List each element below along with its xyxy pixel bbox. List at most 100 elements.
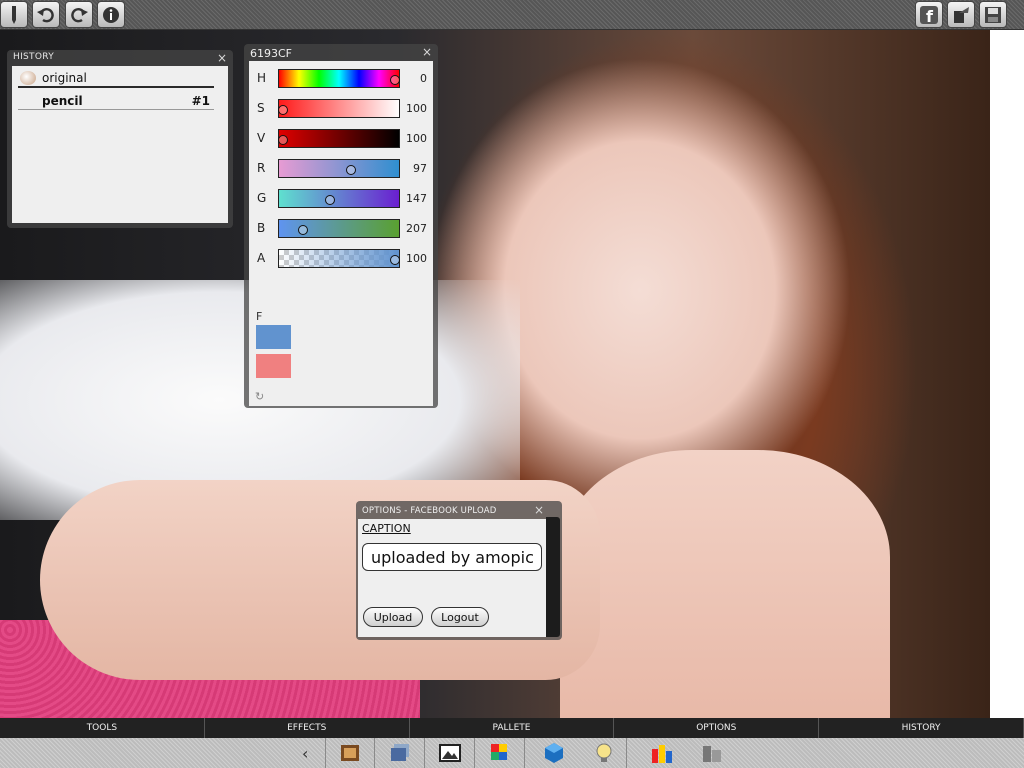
green-slider[interactable] [278, 189, 400, 208]
history-item-label: pencil [42, 93, 83, 108]
pencil-icon [12, 5, 16, 24]
color-close-button[interactable]: × [422, 45, 432, 59]
history-item-label: original [42, 71, 87, 85]
channel-value: 100 [406, 102, 427, 115]
save-icon [985, 6, 1001, 23]
bottom-dock: ‹ [0, 738, 1024, 768]
redo-button[interactable] [65, 1, 93, 28]
foreground-color-swatch[interactable] [256, 325, 291, 349]
color-bars-icon [652, 745, 672, 763]
options-panel-edge [546, 517, 560, 637]
gray-blocks-icon [703, 746, 721, 762]
gray-blocks-button[interactable] [698, 740, 726, 766]
history-item-number: #1 [191, 93, 210, 108]
slider-knob[interactable] [390, 255, 400, 265]
dock-separator [424, 738, 425, 768]
history-item-original[interactable]: original [18, 70, 214, 88]
photo-frame-button[interactable] [336, 740, 364, 766]
cube-button[interactable] [540, 740, 568, 766]
slider-knob[interactable] [278, 105, 288, 115]
pencil-tool-button[interactable] [0, 1, 28, 28]
background-color-swatch[interactable] [256, 354, 291, 378]
saturation-slider[interactable] [278, 99, 400, 118]
lightbulb-icon [596, 743, 612, 762]
canvas-margin [990, 30, 1024, 718]
channel-label: R [257, 161, 266, 175]
cube-icon [545, 743, 563, 763]
photo-shoulder [560, 450, 890, 718]
tab-tools[interactable]: TOOLS [0, 718, 205, 738]
redo-icon [71, 7, 88, 22]
tab-history[interactable]: HISTORY [819, 718, 1024, 738]
hue-slider[interactable] [278, 69, 400, 88]
dock-separator [374, 738, 375, 768]
caption-input[interactable] [362, 543, 542, 571]
slider-row-a: A 100 [249, 247, 433, 269]
history-panel-title: HISTORY [13, 52, 54, 62]
bottom-tab-bar: TOOLS EFFECTS PALLETE OPTIONS HISTORY [0, 718, 1024, 738]
color-picker-body: H 0 S 100 V 100 R 97 G 147 B 207 A 100 F… [249, 61, 433, 406]
dock-scroll-left-button[interactable]: ‹ [302, 744, 308, 763]
color-hex-value: 6193CF [250, 47, 293, 60]
options-close-button[interactable]: × [534, 503, 544, 517]
swap-colors-icon[interactable]: ↻ [255, 390, 264, 403]
channel-value: 0 [420, 72, 427, 85]
slider-knob[interactable] [298, 225, 309, 235]
dock-separator [325, 738, 326, 768]
channel-label: V [257, 131, 266, 145]
dock-separator [524, 738, 525, 768]
slider-row-b: B 207 [249, 217, 433, 239]
save-button[interactable] [979, 1, 1007, 28]
tab-effects[interactable]: EFFECTS [205, 718, 410, 738]
value-slider[interactable] [278, 129, 400, 148]
channel-label: G [257, 191, 267, 205]
facebook-upload-panel: OPTIONS - FACEBOOK UPLOAD × CAPTION Uplo… [356, 501, 562, 640]
channel-label: A [257, 251, 266, 265]
export-button[interactable] [947, 1, 975, 28]
slider-knob[interactable] [390, 75, 400, 85]
red-slider[interactable] [278, 159, 400, 178]
logout-button[interactable]: Logout [431, 607, 489, 627]
undo-button[interactable] [32, 1, 60, 28]
blue-slider[interactable] [278, 219, 400, 238]
facebook-letter: f [926, 7, 934, 25]
dock-separator [474, 738, 475, 768]
channel-value: 97 [413, 162, 427, 175]
palette-button[interactable] [486, 740, 514, 766]
slider-row-g: G 147 [249, 187, 433, 209]
photo-frame-icon [341, 745, 359, 761]
history-item-pencil[interactable]: pencil #1 [18, 92, 214, 110]
original-photo-icon [20, 71, 36, 85]
color-picker-panel: 6193CF × H 0 S 100 V 100 R 97 G 147 B 20… [244, 44, 438, 408]
tab-options[interactable]: OPTIONS [614, 718, 820, 738]
color-bars-button[interactable] [648, 740, 676, 766]
upload-button[interactable]: Upload [363, 607, 423, 627]
slider-knob[interactable] [278, 135, 288, 145]
slider-row-r: R 97 [249, 157, 433, 179]
landscape-icon [439, 744, 461, 762]
fill-label: F [256, 310, 263, 323]
dock-separator [626, 738, 627, 768]
palette-icon [491, 744, 507, 760]
channel-value: 207 [406, 222, 427, 235]
info-button[interactable] [97, 1, 125, 28]
channel-value: 100 [406, 132, 427, 145]
options-body: CAPTION Upload Logout [358, 519, 546, 637]
export-icon [954, 6, 969, 23]
landscape-button[interactable] [436, 740, 464, 766]
channel-value: 147 [406, 192, 427, 205]
facebook-button[interactable]: f [915, 1, 943, 28]
tab-pallete[interactable]: PALLETE [410, 718, 615, 738]
lightbulb-button[interactable] [590, 740, 618, 766]
slider-row-h: H 0 [249, 67, 433, 89]
image-stack-icon [391, 744, 409, 761]
options-panel-title: OPTIONS - FACEBOOK UPLOAD [362, 506, 497, 516]
info-icon [103, 6, 119, 23]
history-close-button[interactable]: × [217, 51, 227, 65]
alpha-slider[interactable] [278, 249, 400, 268]
image-stack-button[interactable] [386, 740, 414, 766]
top-toolbar: f [0, 0, 1024, 30]
slider-knob[interactable] [346, 165, 357, 175]
caption-label: CAPTION [362, 522, 411, 535]
slider-knob[interactable] [325, 195, 336, 205]
